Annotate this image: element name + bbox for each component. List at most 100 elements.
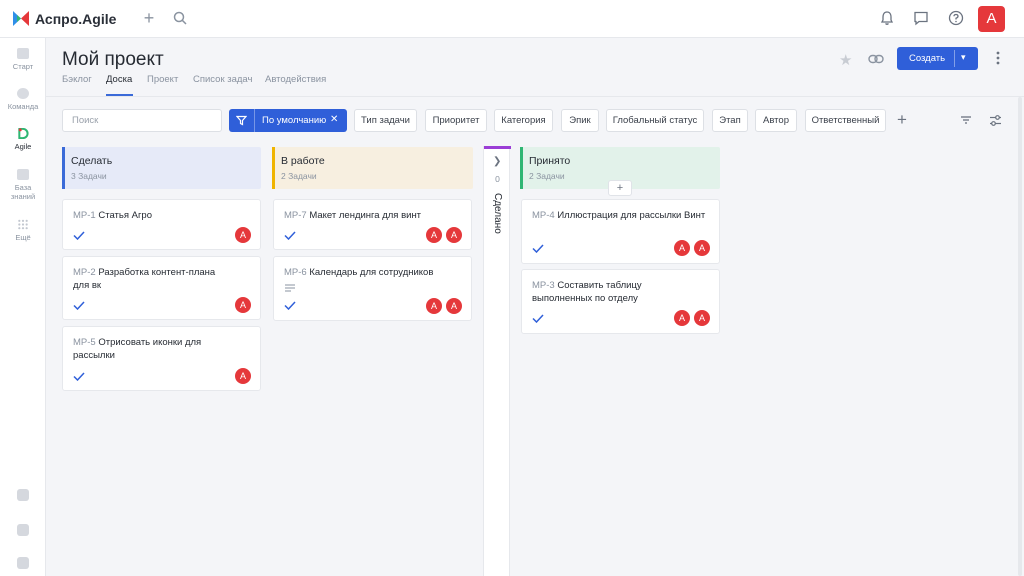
task-card[interactable]: MP-4 Иллюстрация для рассылки Винт A A — [521, 199, 720, 264]
task-key[interactable]: MP-6 — [284, 267, 307, 278]
app-title[interactable]: Аспро.Agile — [35, 11, 116, 27]
assignee-avatar[interactable]: A — [426, 227, 442, 243]
column-count: 2 Задачи — [529, 171, 565, 181]
left-sidebar: Старт Команда Agile База знаний Ещё — [0, 38, 46, 576]
filter-chip-epic[interactable]: Эпик — [561, 109, 599, 132]
column-count: 2 Задачи — [281, 171, 317, 181]
task-key[interactable]: MP-4 — [532, 210, 555, 221]
default-filter-label: По умолчанию — [262, 115, 327, 126]
filter-chip-category[interactable]: Категория — [494, 109, 553, 132]
check-icon — [284, 231, 296, 240]
default-filter-button[interactable]: По умолчанию ✕ — [229, 109, 347, 132]
task-card[interactable]: MP-3 Составить таблицу выполненных по от… — [521, 269, 720, 334]
filter-chip-global-status[interactable]: Глобальный статус — [606, 109, 704, 132]
task-key[interactable]: MP-7 — [284, 210, 307, 221]
sidebar-item-label: База знаний — [10, 183, 36, 201]
column-accent — [520, 147, 523, 189]
assignee-avatar[interactable]: A — [446, 227, 462, 243]
add-filter-icon[interactable]: + — [897, 110, 907, 130]
tab-backlog[interactable]: Бэклог — [62, 74, 92, 85]
tab-automations[interactable]: Автодействия — [265, 74, 326, 85]
assignee-avatar[interactable]: A — [694, 240, 710, 256]
assignee-avatar[interactable]: A — [426, 298, 442, 314]
task-card[interactable]: MP-7 Макет лендинга для винт A A — [273, 199, 472, 250]
assignee-avatar[interactable]: A — [235, 297, 251, 313]
column-name: Принято — [529, 155, 571, 167]
sidebar-item-label: Agile — [14, 142, 32, 151]
column-header-in-progress: В работе 2 Задачи — [272, 147, 473, 189]
bell-icon[interactable] — [879, 10, 895, 26]
filter-chip-author[interactable]: Автор — [755, 109, 797, 132]
sidebar-item-agile[interactable]: Agile — [0, 128, 46, 151]
assignee-avatar[interactable]: A — [446, 298, 462, 314]
task-card[interactable]: MP-5 Отрисовать иконки для рассылки A — [62, 326, 261, 391]
column-accent — [484, 146, 511, 149]
tab-project[interactable]: Проект — [147, 74, 178, 85]
task-card[interactable]: MP-2 Разработка контент-плана для вк A — [62, 256, 261, 320]
sidebar-item-label: Старт — [12, 62, 34, 71]
check-icon — [532, 314, 544, 323]
user-avatar[interactable]: A — [978, 6, 1005, 32]
tab-board[interactable]: Доска — [106, 74, 132, 85]
tab-task-list[interactable]: Список задач — [193, 74, 252, 85]
close-icon[interactable]: ✕ — [330, 114, 338, 125]
settings-sliders-icon[interactable] — [989, 114, 1002, 127]
task-title-line: MP-7 Макет лендинга для винт — [284, 209, 464, 222]
check-icon — [532, 244, 544, 253]
assignee-avatar[interactable]: A — [694, 310, 710, 326]
search-icon[interactable] — [173, 11, 187, 25]
create-button-separator — [954, 50, 955, 67]
task-title-line: MP-1 Статья Агро — [73, 209, 233, 222]
task-card[interactable]: MP-1 Статья Агро A — [62, 199, 261, 250]
more-vertical-icon[interactable] — [996, 50, 1000, 66]
check-icon — [73, 372, 85, 381]
app-logo-icon[interactable] — [12, 10, 30, 27]
description-icon — [285, 284, 295, 292]
help-icon[interactable] — [948, 10, 964, 26]
sidebar-item-knowledge[interactable]: База знаний — [0, 169, 46, 201]
sort-icon[interactable] — [960, 115, 972, 125]
filter-chip-priority[interactable]: Приоритет — [425, 109, 487, 132]
task-key[interactable]: MP-1 — [73, 210, 96, 221]
column-accent — [62, 147, 65, 189]
create-button-label: Создать — [909, 53, 946, 64]
apps-icon[interactable] — [17, 489, 29, 501]
add-card-button[interactable]: + — [608, 180, 632, 196]
task-key[interactable]: MP-5 — [73, 337, 96, 348]
task-title: Макет лендинга для винт — [309, 210, 422, 221]
column-count: 0 — [495, 174, 500, 184]
create-button[interactable]: Создать ▾ — [897, 47, 978, 70]
book-icon — [17, 169, 29, 180]
add-icon[interactable]: + — [141, 9, 157, 27]
task-title: Иллюстрация для рассылки Винт — [557, 210, 706, 221]
chat-icon[interactable] — [913, 10, 929, 26]
support-icon[interactable] — [17, 557, 29, 569]
search-input[interactable] — [62, 109, 222, 132]
assignee-avatar[interactable]: A — [674, 310, 690, 326]
task-title-line: MP-4 Иллюстрация для рассылки Винт — [532, 209, 712, 222]
page-scrollbar[interactable] — [1018, 97, 1022, 576]
sidebar-item-team[interactable]: Команда — [0, 88, 46, 111]
grid-icon — [18, 219, 28, 230]
filter-chip-stage[interactable]: Этап — [712, 109, 748, 132]
task-title-line: MP-5 Отрисовать иконки для рассылки — [73, 336, 233, 362]
sidebar-item-more[interactable]: Ещё — [0, 219, 46, 242]
assignee-avatar[interactable]: A — [235, 227, 251, 243]
filter-chip-task-type[interactable]: Тип задачи — [354, 109, 417, 132]
task-key[interactable]: MP-2 — [73, 267, 96, 278]
column-name: Сделать — [71, 155, 113, 167]
chevron-right-icon[interactable]: ❯ — [493, 156, 501, 167]
link-icon[interactable] — [868, 53, 884, 65]
assignee-avatar[interactable]: A — [235, 368, 251, 384]
header-divider — [46, 96, 1024, 97]
task-card[interactable]: MP-6 Календарь для сотрудников A A — [273, 256, 472, 321]
task-key[interactable]: MP-3 — [532, 280, 555, 291]
column-collapsed-done[interactable]: ❯ 0 Сделано — [483, 146, 511, 576]
column-name: В работе — [281, 155, 325, 167]
sidebar-item-start[interactable]: Старт — [0, 48, 46, 71]
filter-chip-assignee[interactable]: Ответственный — [805, 109, 886, 132]
integrations-icon[interactable] — [17, 524, 29, 536]
chevron-down-icon[interactable]: ▾ — [961, 52, 966, 63]
assignee-avatar[interactable]: A — [674, 240, 690, 256]
star-icon[interactable]: ★ — [839, 51, 852, 69]
